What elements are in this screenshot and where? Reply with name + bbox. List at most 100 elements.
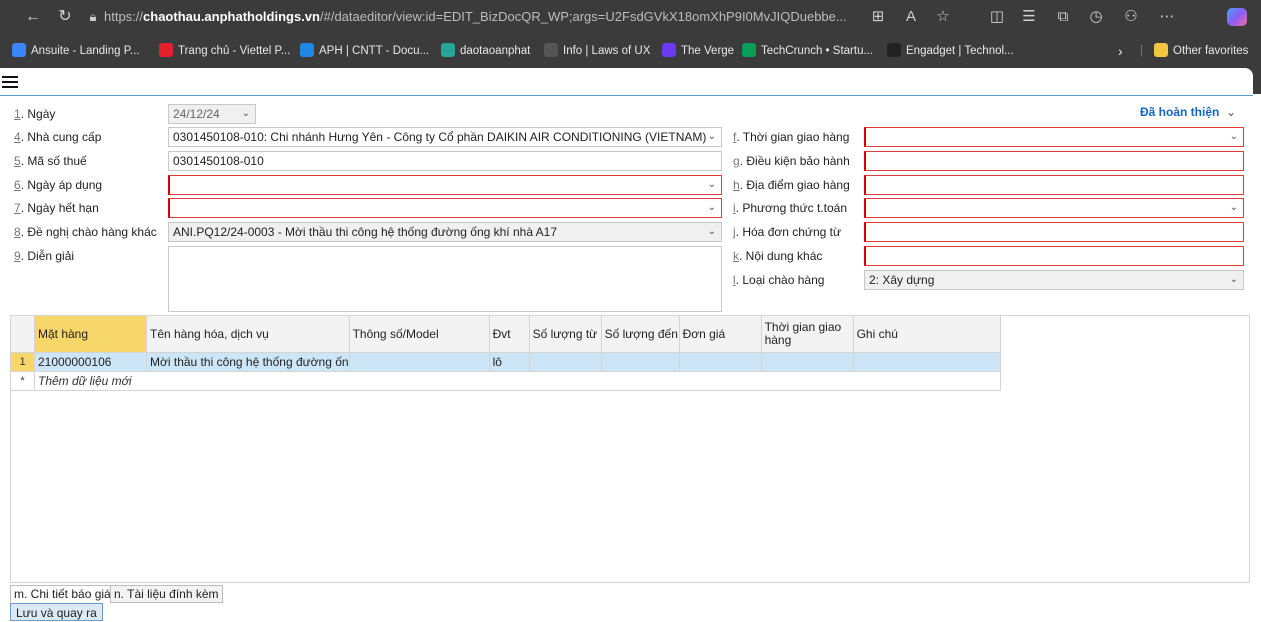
bookmark-7[interactable]: TechCrunch • Startu... [742,42,873,60]
hamburger-menu-icon[interactable] [2,76,18,90]
label-phuong-thuc: i. Phương thức t.toán [733,201,847,215]
bookmark-7-label: TechCrunch • Startu... [761,45,874,57]
address-bar[interactable]: https://chaothau.anphatholdings.vn/#/dat… [104,4,864,30]
chevron-down-icon: ⌄ [707,131,716,142]
other-favorites-label: Other favorites [1173,45,1249,57]
bookmark-8[interactable]: Engadget | Technol... [887,42,1014,60]
app-available-icon[interactable]: ⊞ [867,6,889,28]
payment-method-select[interactable]: ⌄ [864,198,1244,218]
chevron-down-icon: ⌄ [707,226,716,237]
bookmark-2-label: Trang chủ - Viettel P... [178,45,291,57]
favorite-star-icon[interactable]: ☆ [932,6,954,28]
col-dvt[interactable]: Đvt [488,315,530,353]
add-row-label[interactable]: Thêm dữ liệu mới [34,371,1001,391]
bookmark-2-icon [159,43,173,57]
bookmark-1-icon [12,43,26,57]
row-number: 1 [10,352,35,372]
tax-code-value: 0301450108-010 [173,154,264,168]
cell-don-gia[interactable] [678,352,762,372]
chevron-down-icon: ⌄ [707,179,716,190]
bookmark-2[interactable]: Trang chủ - Viettel P... [159,42,290,60]
chevron-down-icon: ⌄ [1229,274,1238,285]
cell-thong-so[interactable] [348,352,490,372]
supplier-select[interactable]: 0301450108-010: Chi nhánh Hưng Yên - Côn… [168,127,722,147]
cell-ten-hang[interactable]: Mời thầu thi công hệ thống đường ốn [146,352,350,372]
other-proposal-select[interactable]: ANI.PQ12/24-0003 - Mời thầu thi công hệ … [168,222,722,242]
read-aloud-icon[interactable]: A [900,6,922,28]
bookmark-3[interactable]: APH | CNTT - Docu... [300,42,429,60]
label-hoa-don: j. Hóa đơn chứng từ [733,225,841,239]
tax-code-field[interactable]: 0301450108-010 [168,151,722,171]
more-menu-icon[interactable]: ⋯ [1156,6,1178,28]
bookmark-4-icon [441,43,455,57]
bookmark-8-label: Engadget | Technol... [906,45,1014,57]
lock-icon[interactable]: 🔒︎ [82,6,104,28]
chevron-down-icon: ⌄ [707,202,716,213]
description-textarea[interactable] [168,246,722,312]
tab-chi-tiet-bao-gia[interactable]: m. Chi tiết báo giá [10,585,115,603]
cell-dvt[interactable]: lô [488,352,530,372]
collections-icon[interactable]: ⧉ [1052,6,1074,28]
url-rest: /#/dataeditor/view:id=EDIT_BizDocQR_WP;a… [319,9,847,24]
bookmark-4[interactable]: daotaoanphat [441,42,530,60]
label-thoi-gian-giao-hang: f. Thời gian giao hàng [733,130,850,144]
bookmarks-overflow-icon[interactable]: › [1118,42,1123,60]
invoice-field[interactable] [864,222,1244,242]
cell-so-luong-tu[interactable] [528,352,602,372]
col-so-luong-den[interactable]: Số lượng đến [600,315,680,353]
other-content-field[interactable] [864,246,1244,266]
cell-mat-hang[interactable]: 21000000106 [34,352,147,372]
split-screen-icon[interactable]: ◫ [986,6,1008,28]
status-label: Đã hoàn thiện [1140,105,1220,119]
col-thong-so[interactable]: Thông số/Model [348,315,490,353]
label-dieu-kien-bao-hanh: g. Điều kiện bảo hành [733,154,850,168]
label-noi-dung-khac: k. Nội dung khác [733,249,823,263]
bookmark-6-label: The Verge [681,45,735,57]
save-and-exit-button[interactable]: Lưu và quay ra [10,603,103,621]
cell-so-luong-den[interactable] [600,352,680,372]
bookmark-6[interactable]: The Verge [662,42,734,60]
bookmark-3-label: APH | CNTT - Docu... [319,45,430,57]
table-row[interactable]: 1 21000000106 Mời thầu thi công hệ thống… [10,352,1001,372]
effective-date-select[interactable]: ⌄ [168,175,722,195]
bookmarks-divider: | [1140,45,1143,57]
back-icon[interactable]: ← [22,6,44,28]
status-dropdown[interactable]: Đã hoàn thiện ⌄ [1140,104,1236,120]
bookmark-1[interactable]: Ansuite - Landing P... [12,42,139,60]
date-select[interactable]: 24/12/24 ⌄ [168,104,256,124]
warranty-field[interactable] [864,151,1244,171]
expiry-date-select[interactable]: ⌄ [168,198,722,218]
delivery-place-field[interactable] [864,175,1244,195]
history-icon[interactable]: ◷ [1085,6,1107,28]
col-mat-hang[interactable]: Mặt hàng [34,315,147,353]
cell-ghi-chu[interactable] [852,352,1001,372]
col-don-gia[interactable]: Đơn giá [678,315,762,353]
url-prefix: https:// [104,9,144,24]
bookmark-5[interactable]: Info | Laws of UX [544,42,650,60]
delivery-time-select[interactable]: ⌄ [864,127,1244,147]
tab-tai-lieu-dinh-kem[interactable]: n. Tài liệu đính kèm [110,585,223,603]
label-loai-chao-hang: l. Loại chào hàng [733,273,825,287]
bookmark-5-label: Info | Laws of UX [563,45,651,57]
url-domain: chaothau.anphatholdings.vn [143,9,320,24]
bookmark-3-icon [300,43,314,57]
refresh-icon[interactable]: ↻ [54,6,76,28]
grid-header-row: Mặt hàng Tên hàng hóa, dịch vụ Thông số/… [10,315,1001,353]
col-so-luong-tu[interactable]: Số lượng từ [528,315,602,353]
quote-type-select[interactable]: 2: Xây dựng ⌄ [864,270,1244,290]
col-ghi-chu[interactable]: Ghi chú [852,315,1001,353]
col-ten-hang[interactable]: Tên hàng hóa, dịch vụ [146,315,350,353]
other-favorites[interactable]: Other favorites [1154,42,1248,60]
col-thoi-gian[interactable]: Thời gian giao hàng [760,315,854,353]
label-ngay-ap-dung: 6. Ngày áp dụng [14,178,103,192]
extension-icon[interactable]: ⚇ [1120,6,1142,28]
cell-thoi-gian[interactable] [760,352,854,372]
copilot-icon[interactable] [1227,8,1247,26]
label-dia-diem-giao-hang: h. Địa điểm giao hàng [733,178,850,192]
label-nha-cung-cap: 4. Nhà cung cấp [14,130,102,144]
favorites-list-icon[interactable]: ☰ [1018,6,1040,28]
bookmark-5-icon [544,43,558,57]
add-row[interactable]: * Thêm dữ liệu mới [10,371,1001,391]
bookmark-1-label: Ansuite - Landing P... [31,45,140,57]
chevron-down-icon: ⌄ [1229,202,1238,213]
